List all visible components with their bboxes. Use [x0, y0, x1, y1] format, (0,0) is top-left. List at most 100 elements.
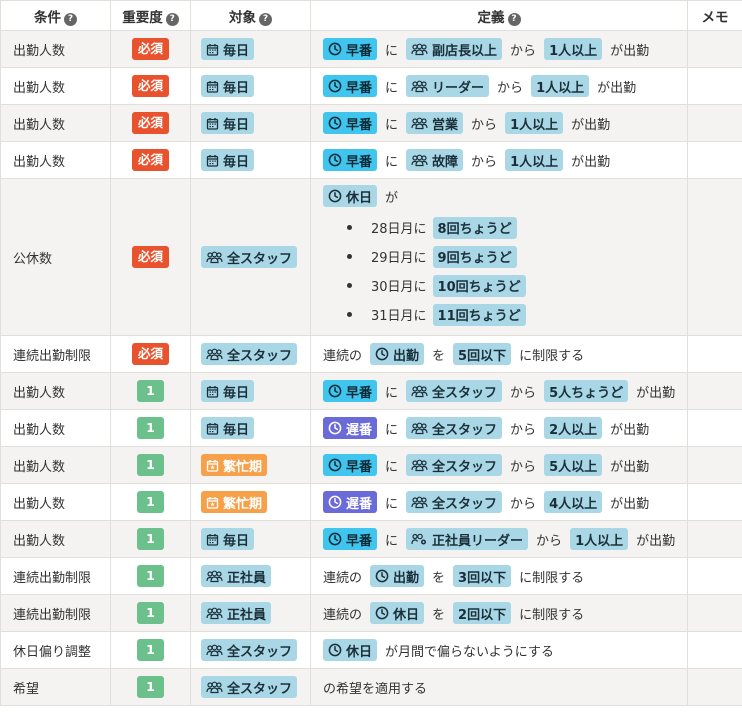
group-chip[interactable]: 正社員リーダー [406, 528, 529, 550]
shift-chip[interactable]: 早番 [323, 112, 378, 134]
memo-cell[interactable] [687, 520, 742, 558]
priority-badge[interactable]: 1 [137, 676, 164, 698]
target-chip[interactable]: 毎日 [201, 75, 255, 97]
group-chip[interactable]: 営業 [406, 112, 464, 134]
count-chip[interactable]: 5回以下 [453, 343, 512, 365]
count-chip[interactable]: 1人以上 [570, 528, 629, 550]
count-chip[interactable]: 3回以下 [453, 565, 512, 587]
priority-badge[interactable]: 1 [137, 639, 164, 661]
table-row[interactable]: 出勤人数 必須 毎日 早番に 副店長以上 から 1人以上 が出勤 [0, 30, 742, 68]
target-chip[interactable]: 繁忙期 [201, 454, 268, 476]
target-chip[interactable]: 全スタッフ [201, 343, 298, 365]
memo-cell[interactable] [687, 557, 742, 595]
target-chip[interactable]: 毎日 [201, 112, 255, 134]
shift-chip[interactable]: 遅番 [323, 417, 378, 439]
shift-chip[interactable]: 早番 [323, 380, 378, 402]
memo-cell[interactable] [687, 141, 742, 179]
table-row[interactable]: 出勤人数 1 繁忙期 遅番に 全スタッフ から 4人以上 が出勤 [0, 483, 742, 521]
priority-badge[interactable]: 1 [137, 602, 164, 624]
memo-cell[interactable] [687, 30, 742, 68]
memo-cell[interactable] [687, 67, 742, 105]
memo-cell[interactable] [687, 409, 742, 447]
required-badge[interactable]: 必須 [131, 38, 169, 60]
table-row[interactable]: 出勤人数 1 毎日 早番に 正社員リーダー から 1人以上 が出勤 [0, 520, 742, 558]
target-chip[interactable]: 正社員 [201, 602, 272, 624]
table-row[interactable]: 連続出勤制限 1 正社員 連続の 出勤を 3回以下 に制限する [0, 557, 742, 595]
count-chip[interactable]: 9回ちょうど [432, 245, 517, 268]
group-chip[interactable]: 副店長以上 [406, 38, 503, 60]
shift-chip[interactable]: 早番 [323, 454, 378, 476]
memo-cell[interactable] [687, 483, 742, 521]
priority-badge[interactable]: 1 [137, 491, 164, 513]
priority-badge[interactable]: 1 [137, 417, 164, 439]
shift-chip[interactable]: 出勤 [370, 343, 425, 365]
count-chip[interactable]: 10回ちょうど [432, 274, 526, 297]
count-chip[interactable]: 1人以上 [505, 112, 564, 134]
count-chip[interactable]: 11回ちょうど [432, 303, 526, 326]
target-chip[interactable]: 毎日 [201, 380, 255, 402]
memo-cell[interactable] [687, 104, 742, 142]
shift-chip[interactable]: 早番 [323, 38, 378, 60]
memo-cell[interactable] [687, 372, 742, 410]
count-chip[interactable]: 5人以上 [544, 454, 603, 476]
target-chip[interactable]: 毎日 [201, 528, 255, 550]
target-chip[interactable]: 繁忙期 [201, 491, 268, 513]
memo-cell[interactable] [687, 178, 742, 336]
shift-chip[interactable]: 休日 [323, 185, 378, 207]
help-icon[interactable]: ? [259, 12, 272, 26]
group-chip[interactable]: 全スタッフ [406, 380, 503, 402]
table-row[interactable]: 出勤人数 1 毎日 早番に 全スタッフ から 5人ちょうど が出勤 [0, 372, 742, 410]
count-chip[interactable]: 5人ちょうど [544, 380, 629, 402]
shift-chip[interactable]: 早番 [323, 75, 378, 97]
memo-cell[interactable] [687, 335, 742, 373]
memo-cell[interactable] [687, 594, 742, 632]
target-chip[interactable]: 全スタッフ [201, 246, 298, 268]
priority-badge[interactable]: 1 [137, 565, 164, 587]
count-chip[interactable]: 2回以下 [453, 602, 512, 624]
table-row[interactable]: 出勤人数 1 繁忙期 早番に 全スタッフ から 5人以上 が出勤 [0, 446, 742, 484]
count-chip[interactable]: 2人以上 [544, 417, 603, 439]
help-icon[interactable]: ? [64, 12, 77, 26]
target-chip[interactable]: 全スタッフ [201, 676, 298, 698]
shift-chip[interactable]: 早番 [323, 528, 378, 550]
table-row[interactable]: 連続出勤制限 必須 全スタッフ 連続の 出勤を 5回以下 に制限する [0, 335, 742, 373]
target-chip[interactable]: 全スタッフ [201, 639, 298, 661]
help-icon[interactable]: ? [507, 12, 521, 26]
required-badge[interactable]: 必須 [131, 343, 169, 365]
target-chip[interactable]: 毎日 [201, 149, 255, 171]
table-row[interactable]: 連続出勤制限 1 正社員 連続の 休日を 2回以下 に制限する [0, 594, 742, 632]
priority-badge[interactable]: 1 [137, 528, 164, 550]
shift-chip[interactable]: 遅番 [323, 491, 378, 513]
memo-cell[interactable] [687, 668, 742, 706]
table-row[interactable]: 出勤人数 1 毎日 遅番に 全スタッフ から 2人以上 が出勤 [0, 409, 742, 447]
target-chip[interactable]: 毎日 [201, 417, 255, 439]
memo-cell[interactable] [687, 446, 742, 484]
help-icon[interactable]: ? [165, 12, 179, 26]
group-chip[interactable]: 故障 [406, 149, 464, 171]
table-row[interactable]: 希望 1 全スタッフ の希望を適用する [0, 668, 742, 706]
priority-badge[interactable]: 1 [137, 380, 164, 402]
count-chip[interactable]: 1人以上 [505, 149, 564, 171]
target-chip[interactable]: 毎日 [201, 38, 255, 60]
memo-cell[interactable] [687, 631, 742, 669]
table-row[interactable]: 出勤人数 必須 毎日 早番に 故障 から 1人以上 が出勤 [0, 141, 742, 179]
count-chip[interactable]: 4人以上 [544, 491, 603, 513]
count-chip[interactable]: 1人以上 [544, 38, 603, 60]
required-badge[interactable]: 必須 [131, 246, 169, 268]
group-chip[interactable]: 全スタッフ [406, 417, 503, 439]
group-chip[interactable]: リーダー [406, 75, 490, 97]
count-chip[interactable]: 8回ちょうど [432, 216, 517, 239]
priority-badge[interactable]: 1 [137, 454, 164, 476]
shift-chip[interactable]: 出勤 [370, 565, 425, 587]
count-chip[interactable]: 1人以上 [531, 75, 590, 97]
shift-chip[interactable]: 早番 [323, 149, 378, 171]
table-row[interactable]: 出勤人数 必須 毎日 早番に 営業 から 1人以上 が出勤 [0, 104, 742, 142]
required-badge[interactable]: 必須 [131, 75, 169, 97]
shift-chip[interactable]: 休日 [323, 639, 378, 661]
target-chip[interactable]: 正社員 [201, 565, 272, 587]
table-row[interactable]: 出勤人数 必須 毎日 早番に リーダー から 1人以上 が出勤 [0, 67, 742, 105]
required-badge[interactable]: 必須 [131, 149, 169, 171]
group-chip[interactable]: 全スタッフ [406, 454, 503, 476]
table-row[interactable]: 休日偏り調整 1 全スタッフ 休日 が月間で偏らないようにする [0, 631, 742, 669]
group-chip[interactable]: 全スタッフ [406, 491, 503, 513]
